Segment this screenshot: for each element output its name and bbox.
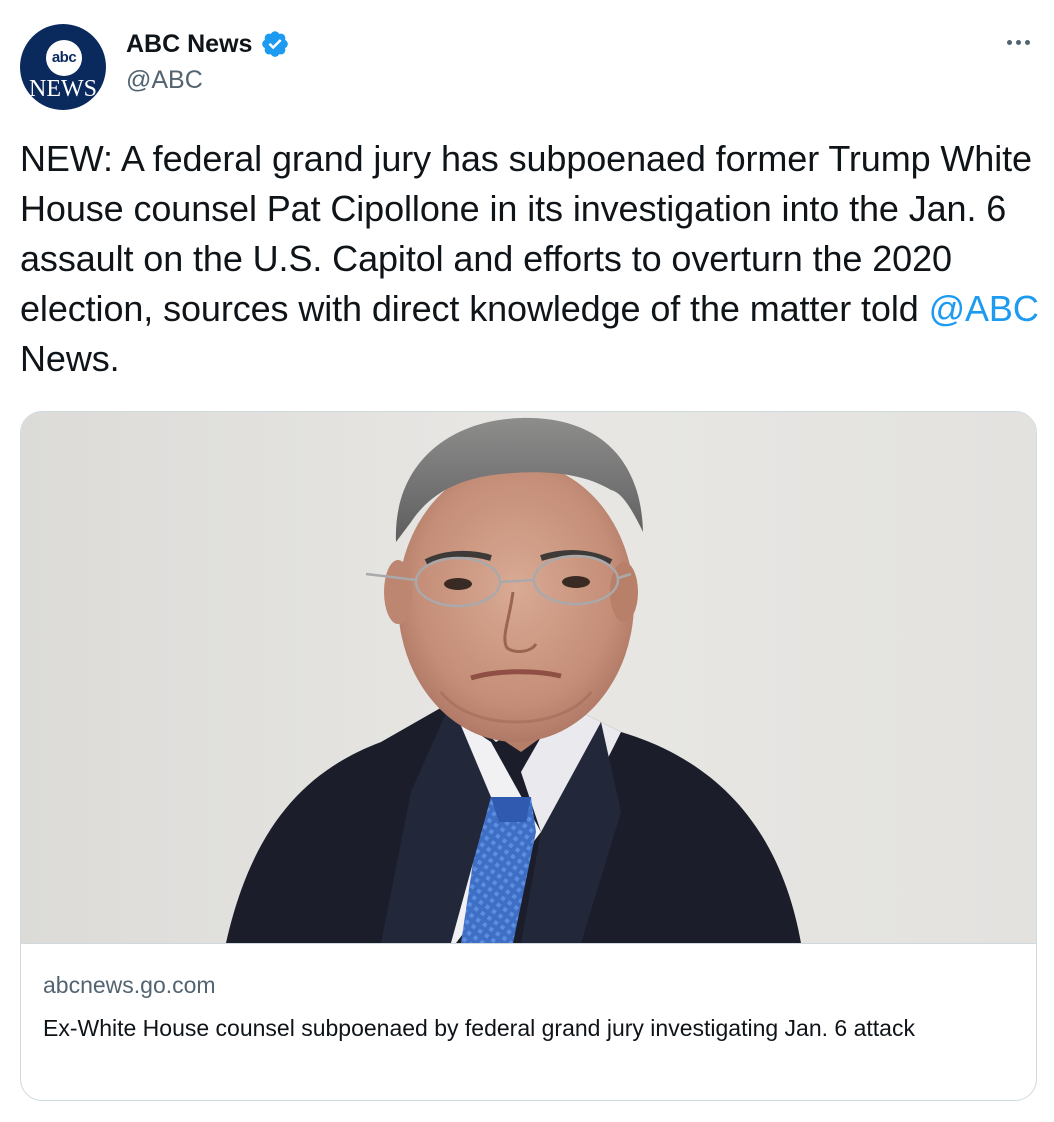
tweet-text-part: News. [20,338,120,379]
display-name[interactable]: ABC News [126,28,252,60]
avatar-news-word: NEWS [29,76,97,102]
more-options-icon[interactable] [1000,30,1036,54]
avatar[interactable]: abc NEWS [20,24,106,110]
verified-badge-icon [260,29,290,59]
handle[interactable]: @ABC [126,65,203,95]
avatar-abc-logo: abc [46,40,82,76]
tweet-text-part: NEW: A federal grand jury has subpoenaed… [20,138,1032,329]
more-dot-icon [1015,39,1021,45]
more-dot-icon [1006,39,1012,45]
more-dot-icon [1024,39,1030,45]
mention-link[interactable]: @ABC [929,288,1039,329]
card-image[interactable] [21,412,1036,944]
tweet-text: NEW: A federal grand jury has subpoenaed… [20,134,1040,384]
card-title[interactable]: Ex-White House counsel subpoenaed by fed… [43,1011,1013,1045]
card-domain: abcnews.go.com [43,972,216,998]
author-name-row[interactable]: ABC News [126,28,290,60]
link-card[interactable]: abcnews.go.com Ex-White House counsel su… [20,411,1037,1101]
